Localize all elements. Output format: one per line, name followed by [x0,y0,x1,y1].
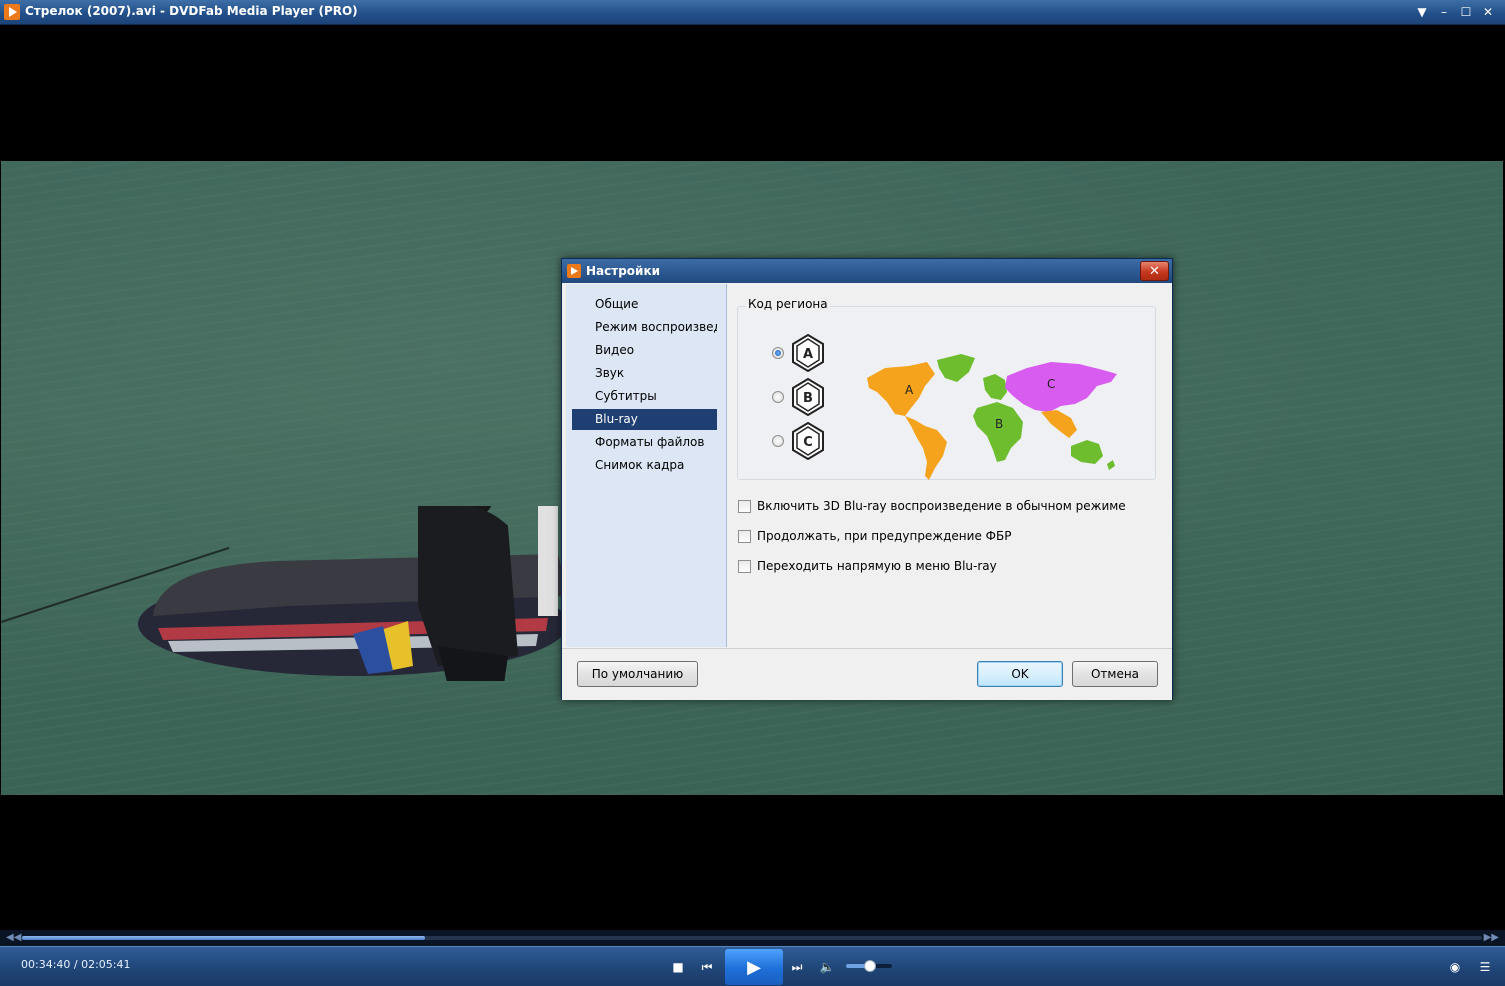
nav-item-audio[interactable]: Звук [572,363,717,384]
control-bar: 00:34:40 / 02:05:41 ■ ⏮ ▶ ⏭ 🔈 ◉ ☰ [0,946,1505,986]
nav-item-playback-mode[interactable]: Режим воспроизвед. [572,317,717,338]
svg-text:C: C [803,435,813,450]
app-logo-icon [4,4,20,20]
region-radio-a[interactable] [772,347,784,359]
nav-item-snapshot[interactable]: Снимок кадра [572,455,717,476]
seek-progress [22,936,425,940]
menu-dropdown-icon[interactable]: ▼ [1411,2,1433,22]
nav-item-general[interactable]: Общие [572,294,717,315]
region-a-badge-icon: A [792,334,824,372]
option-direct-menu-checkbox[interactable] [738,559,751,573]
play-icon: ▶ [747,956,761,978]
svg-text:B: B [803,391,813,406]
maximize-button[interactable]: ☐ [1455,2,1477,22]
option-3d-bluray-checkbox[interactable] [738,499,751,513]
region-radio-b[interactable] [772,391,784,403]
region-world-map: A B C [867,354,1117,480]
volume-icon[interactable]: 🔈 [817,957,837,977]
window-controls: ▼ – ☐ ✕ [1411,2,1499,22]
video-boat-diver [138,506,568,681]
cancel-button[interactable]: Отмена [1072,661,1158,687]
option-fbi-warning[interactable]: Продолжать, при предупреждение ФБР [738,527,1011,545]
nav-item-video[interactable]: Видео [572,340,717,361]
ok-button[interactable]: OK [977,661,1063,687]
nav-item-bluray[interactable]: Blu-ray [572,409,717,430]
region-option-b[interactable]: B [768,376,828,416]
seek-back-icon[interactable]: ◀◀ [6,932,21,943]
region-c-badge-icon: C [792,422,824,460]
svg-text:A: A [905,383,914,397]
defaults-button[interactable]: По умолчанию [577,661,698,687]
volume-slider[interactable] [846,960,892,972]
option-3d-bluray-label: Включить 3D Blu-ray воспроизведение в об… [757,499,1126,513]
window-title: Стрелок (2007).avi - DVDFab Media Player… [25,4,358,18]
title-bar[interactable]: Стрелок (2007).avi - DVDFab Media Player… [0,0,1505,25]
dialog-logo-icon [567,264,581,278]
stop-icon[interactable]: ■ [668,957,688,977]
region-code-legend: Код региона [746,297,830,311]
region-radio-c[interactable] [772,435,784,447]
dialog-footer: По умолчанию OK Отмена [562,648,1172,700]
region-option-c[interactable]: C [768,420,828,460]
minimize-button[interactable]: – [1433,2,1455,22]
option-fbi-warning-label: Продолжать, при предупреждение ФБР [757,529,1012,543]
seek-forward-icon[interactable]: ▶▶ [1484,932,1499,943]
option-direct-menu[interactable]: Переходить напрямую в меню Blu-ray [738,557,997,575]
settings-nav: Общие Режим воспроизвед. Видео Звук Субт… [566,284,727,647]
next-icon[interactable]: ⏭ [787,957,807,977]
dialog-close-button[interactable]: ✕ [1140,261,1169,281]
region-code-group: A B C A B C [737,306,1156,480]
svg-text:B: B [995,417,1003,431]
dialog-title-bar[interactable]: Настройки ✕ [562,259,1172,283]
option-direct-menu-label: Переходить напрямую в меню Blu-ray [757,559,997,573]
play-button[interactable]: ▶ [725,949,783,985]
option-fbi-warning-checkbox[interactable] [738,529,751,543]
playlist-icon[interactable]: ☰ [1475,957,1495,977]
view-mode-icon[interactable]: ◉ [1445,957,1465,977]
close-button[interactable]: ✕ [1477,2,1499,22]
region-option-a[interactable]: A [768,332,828,372]
media-player-window: Стрелок (2007).avi - DVDFab Media Player… [0,0,1505,986]
previous-icon[interactable]: ⏮ [697,957,717,977]
seek-bar: ◀◀ ▶▶ [0,930,1505,946]
seek-track[interactable] [22,936,1482,940]
nav-item-file-formats[interactable]: Форматы файлов [572,432,717,453]
region-b-badge-icon: B [792,378,824,416]
dialog-title: Настройки [586,264,661,278]
time-display: 00:34:40 / 02:05:41 [21,958,131,971]
option-3d-bluray[interactable]: Включить 3D Blu-ray воспроизведение в об… [738,497,1126,515]
svg-text:A: A [803,347,813,362]
bluray-settings-panel: A B C A B C Код региона Включить 3D Blu-… [727,284,1168,647]
volume-knob[interactable] [864,960,876,972]
settings-dialog: Настройки ✕ Общие Режим воспроизвед. Вид… [561,258,1173,700]
nav-item-subtitles[interactable]: Субтитры [572,386,717,407]
svg-text:C: C [1047,377,1055,391]
